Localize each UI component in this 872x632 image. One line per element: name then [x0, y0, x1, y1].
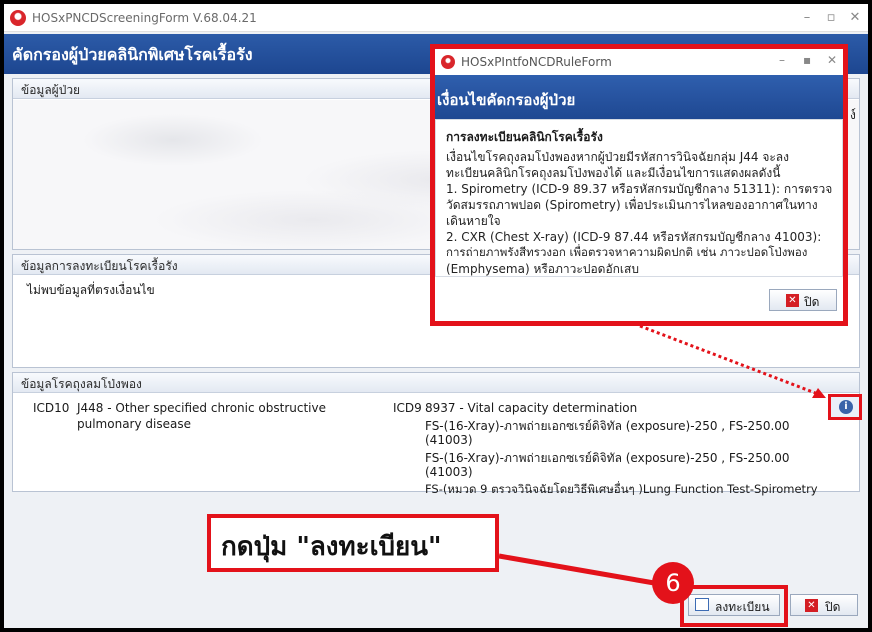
close-icon[interactable]: ✕: [846, 9, 864, 27]
icd9-label: ICD9: [393, 401, 422, 415]
fee-schedule-line: FS-(หมวด 9 ตรวจวินิจฉัยโดยวิธีพิเศษอื่นๆ…: [425, 482, 818, 496]
close-button-label: ปิด: [825, 600, 841, 614]
popup-heading: การลงทะเบียนคลินิกโรคเรื้อรัง: [446, 130, 603, 144]
maximize-icon[interactable]: ▫: [822, 9, 840, 27]
instruction-callout: กดปุ่ม "ลงทะเบียน": [207, 514, 499, 572]
popup-header: เงื่อนไขคัดกรองผู้ป่วย: [435, 75, 843, 119]
window-title: HOSxPNCDScreeningForm V.68.04.21: [32, 11, 257, 25]
page-title: คัดกรองผู้ป่วยคลินิกพิเศษโรคเรื้อรัง: [12, 45, 253, 64]
popup-title-bar: HOSxPIntfoNCDRuleForm – ▪ ✕: [435, 49, 843, 75]
close-x-icon: ✕: [805, 599, 818, 612]
title-bar: HOSxPNCDScreeningForm V.68.04.21 – ▫ ✕: [4, 4, 868, 32]
callout-text: กดปุ่ม "ลงทะเบียน": [221, 532, 442, 562]
popup-body: การลงทะเบียนคลินิกโรคเรื้อรัง เงื่อนไขโร…: [435, 119, 843, 277]
popup-footer: ✕ ปิด: [435, 277, 843, 321]
step-number-badge: 6: [652, 562, 694, 604]
close-x-icon: ✕: [786, 294, 799, 307]
register-highlight: [680, 585, 788, 627]
icd10-diagnosis-line2: pulmonary disease: [77, 417, 191, 431]
popup-close-icon[interactable]: ✕: [827, 53, 837, 67]
copd-panel: ข้อมูลโรคถุงลมโป่งพอง ICD10 J448 - Other…: [12, 372, 860, 496]
popup-close-label: ปิด: [804, 295, 820, 309]
icd10-label: ICD10: [33, 401, 70, 415]
rule-popup: HOSxPIntfoNCDRuleForm – ▪ ✕ เงื่อนไขคัดก…: [430, 44, 848, 326]
close-button[interactable]: ✕ ปิด: [790, 594, 858, 616]
info-icon: i: [839, 400, 853, 414]
fee-schedule-line: (41003): [425, 465, 473, 479]
popup-line: วัดสมรรถภาพปอด (Spirometry) เพื่อประเมิน…: [446, 198, 818, 212]
copd-section-title: ข้อมูลโรคถุงลมโป่งพอง: [13, 373, 859, 393]
cut-off-text: ง์: [850, 108, 856, 122]
popup-header-title: เงื่อนไขคัดกรองผู้ป่วย: [437, 91, 576, 109]
popup-window-title: HOSxPIntfoNCDRuleForm: [461, 55, 612, 69]
popup-app-icon: [441, 55, 455, 69]
popup-minimize-icon[interactable]: –: [779, 53, 785, 67]
app-logo-icon: [10, 10, 26, 26]
minimize-icon[interactable]: –: [798, 9, 816, 27]
fee-schedule-line: FS-(16-Xray)-ภาพถ่ายเอกซเรย์ดิจิทัล (exp…: [425, 419, 790, 433]
popup-maximize-icon[interactable]: ▪: [803, 53, 811, 67]
popup-close-button[interactable]: ✕ ปิด: [769, 289, 837, 311]
fee-schedule-line: (41003): [425, 433, 473, 447]
icd10-diagnosis-line1: J448 - Other specified chronic obstructi…: [77, 401, 326, 415]
icd9-procedure: 8937 - Vital capacity determination: [425, 401, 638, 415]
registration-empty-text: ไม่พบข้อมูลที่ตรงเงื่อนไข: [27, 283, 155, 297]
fee-schedule-line: FS-(16-Xray)-ภาพถ่ายเอกซเรย์ดิจิทัล (exp…: [425, 451, 790, 465]
info-button[interactable]: i: [828, 394, 862, 420]
